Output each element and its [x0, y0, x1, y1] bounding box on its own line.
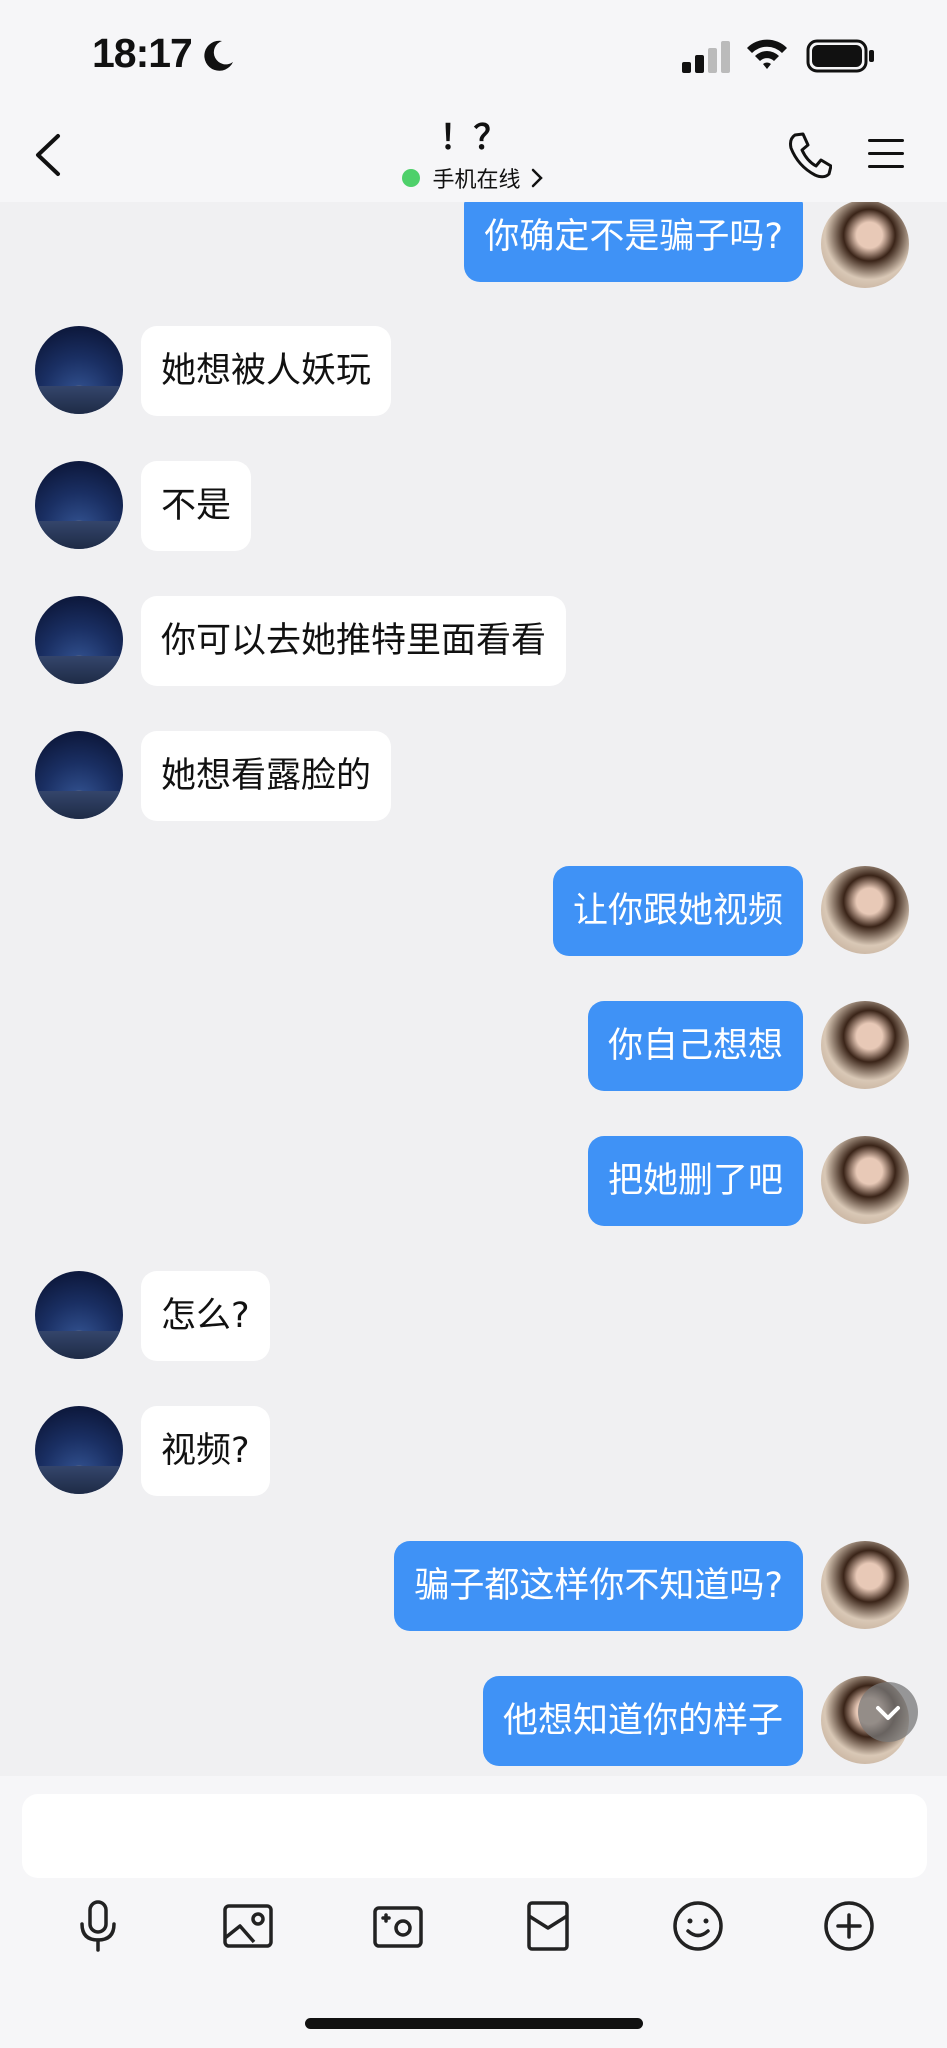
home-indicator[interactable]: [305, 2018, 643, 2029]
contact-avatar[interactable]: [35, 731, 123, 819]
contact-avatar[interactable]: [35, 596, 123, 684]
message-bubble[interactable]: 她想被人妖玩: [141, 326, 392, 416]
message-row: 她想看露脸的: [35, 731, 392, 821]
wifi-icon: [747, 39, 787, 69]
message-input[interactable]: [22, 1794, 927, 1878]
online-dot-icon: [402, 169, 421, 187]
online-status-text: 手机在线: [432, 168, 521, 193]
message-row: 你自己想想: [587, 1001, 909, 1091]
emoji-icon[interactable]: [670, 1898, 726, 1954]
contact-avatar[interactable]: [35, 326, 123, 414]
contact-avatar[interactable]: [35, 461, 123, 549]
message-bubble[interactable]: 骗子都这样你不知道吗?: [394, 1541, 803, 1631]
menu-icon[interactable]: [866, 134, 906, 174]
message-row: 你确定不是骗子吗?: [464, 202, 909, 288]
contact-avatar[interactable]: [35, 1271, 123, 1359]
chat-header: ！？ 手机在线: [0, 110, 947, 202]
my-avatar[interactable]: [821, 1541, 909, 1629]
message-bubble[interactable]: 你自己想想: [587, 1001, 803, 1091]
image-icon[interactable]: [220, 1898, 276, 1954]
message-bubble[interactable]: 不是: [141, 461, 252, 551]
camera-icon[interactable]: [370, 1898, 426, 1954]
my-avatar[interactable]: [821, 1136, 909, 1224]
message-bubble[interactable]: 他想知道你的样子: [482, 1676, 803, 1766]
status-bar: 18:17: [0, 0, 947, 110]
message-bubble[interactable]: 视频?: [141, 1406, 270, 1496]
message-list[interactable]: 你确定不是骗子吗? 她想被人妖玩 不是 你可以去她推特里面看看 她想看露脸的 让…: [0, 202, 947, 1776]
chevron-right-icon: [531, 168, 543, 188]
phone-call-icon[interactable]: [786, 130, 832, 180]
moon-icon: [204, 40, 233, 71]
message-bubble[interactable]: 让你跟她视频: [552, 866, 803, 956]
my-avatar[interactable]: [821, 866, 909, 954]
message-row: 视频?: [35, 1406, 270, 1496]
my-avatar[interactable]: [821, 1001, 909, 1089]
my-avatar[interactable]: [821, 202, 909, 288]
message-bubble[interactable]: 你可以去她推特里面看看: [141, 596, 567, 686]
message-bubble[interactable]: 怎么?: [141, 1271, 270, 1361]
battery-icon: [806, 39, 874, 73]
scroll-to-bottom-button[interactable]: [858, 1682, 918, 1742]
message-row: 她想被人妖玩: [35, 326, 392, 416]
chevron-down-icon: [876, 1706, 900, 1720]
message-row: 把她删了吧: [587, 1136, 909, 1226]
cellular-signal-icon: [682, 41, 730, 73]
status-time: 18:17: [92, 30, 193, 76]
message-bubble[interactable]: 把她删了吧: [587, 1136, 803, 1226]
input-area: [0, 1776, 947, 2048]
message-row: 怎么?: [35, 1271, 270, 1361]
message-row: 骗子都这样你不知道吗?: [394, 1541, 909, 1631]
red-envelope-icon[interactable]: [520, 1898, 576, 1954]
message-row: 他想知道你的样子: [482, 1676, 909, 1766]
message-row: 不是: [35, 461, 252, 551]
message-bubble[interactable]: 她想看露脸的: [141, 731, 392, 821]
message-row: 你可以去她推特里面看看: [35, 596, 567, 686]
message-row: 让你跟她视频: [552, 866, 909, 956]
message-bubble[interactable]: 你确定不是骗子吗?: [464, 202, 803, 282]
microphone-icon[interactable]: [70, 1898, 126, 1954]
plus-icon[interactable]: [821, 1898, 877, 1954]
contact-avatar[interactable]: [35, 1406, 123, 1494]
